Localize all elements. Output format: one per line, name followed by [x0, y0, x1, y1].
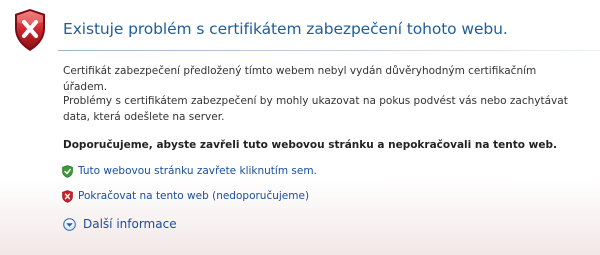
- page-title: Existuje problém s certifikátem zabezpeč…: [63, 20, 508, 38]
- certificate-issuer-message: Certifikát zabezpečení předložený tímto …: [63, 65, 537, 93]
- close-page-option[interactable]: Tuto webovou stránku zavřete kliknutím s…: [62, 163, 317, 179]
- recommendation-text: Doporučujeme, abyste zavřeli tuto webovo…: [63, 139, 557, 151]
- chevron-down-circle-icon: [63, 217, 76, 231]
- red-shield-x-icon: [15, 9, 45, 51]
- risk-explanation: Problémy s certifikátem zabezpečení by m…: [63, 95, 568, 123]
- green-shield-check-icon: [62, 164, 73, 178]
- continue-link[interactable]: Pokračovat na tento web (nedoporučujeme): [78, 190, 309, 202]
- title-divider: [58, 50, 600, 51]
- continue-option[interactable]: Pokračovat na tento web (nedoporučujeme): [62, 188, 309, 204]
- more-info-label[interactable]: Další informace: [83, 217, 177, 231]
- close-page-link[interactable]: Tuto webovou stránku zavřete kliknutím s…: [78, 165, 317, 177]
- red-shield-x-icon: [62, 189, 73, 203]
- more-info-toggle[interactable]: Další informace: [63, 215, 177, 233]
- certificate-error-page: Existuje problém s certifikátem zabezpeč…: [0, 0, 600, 255]
